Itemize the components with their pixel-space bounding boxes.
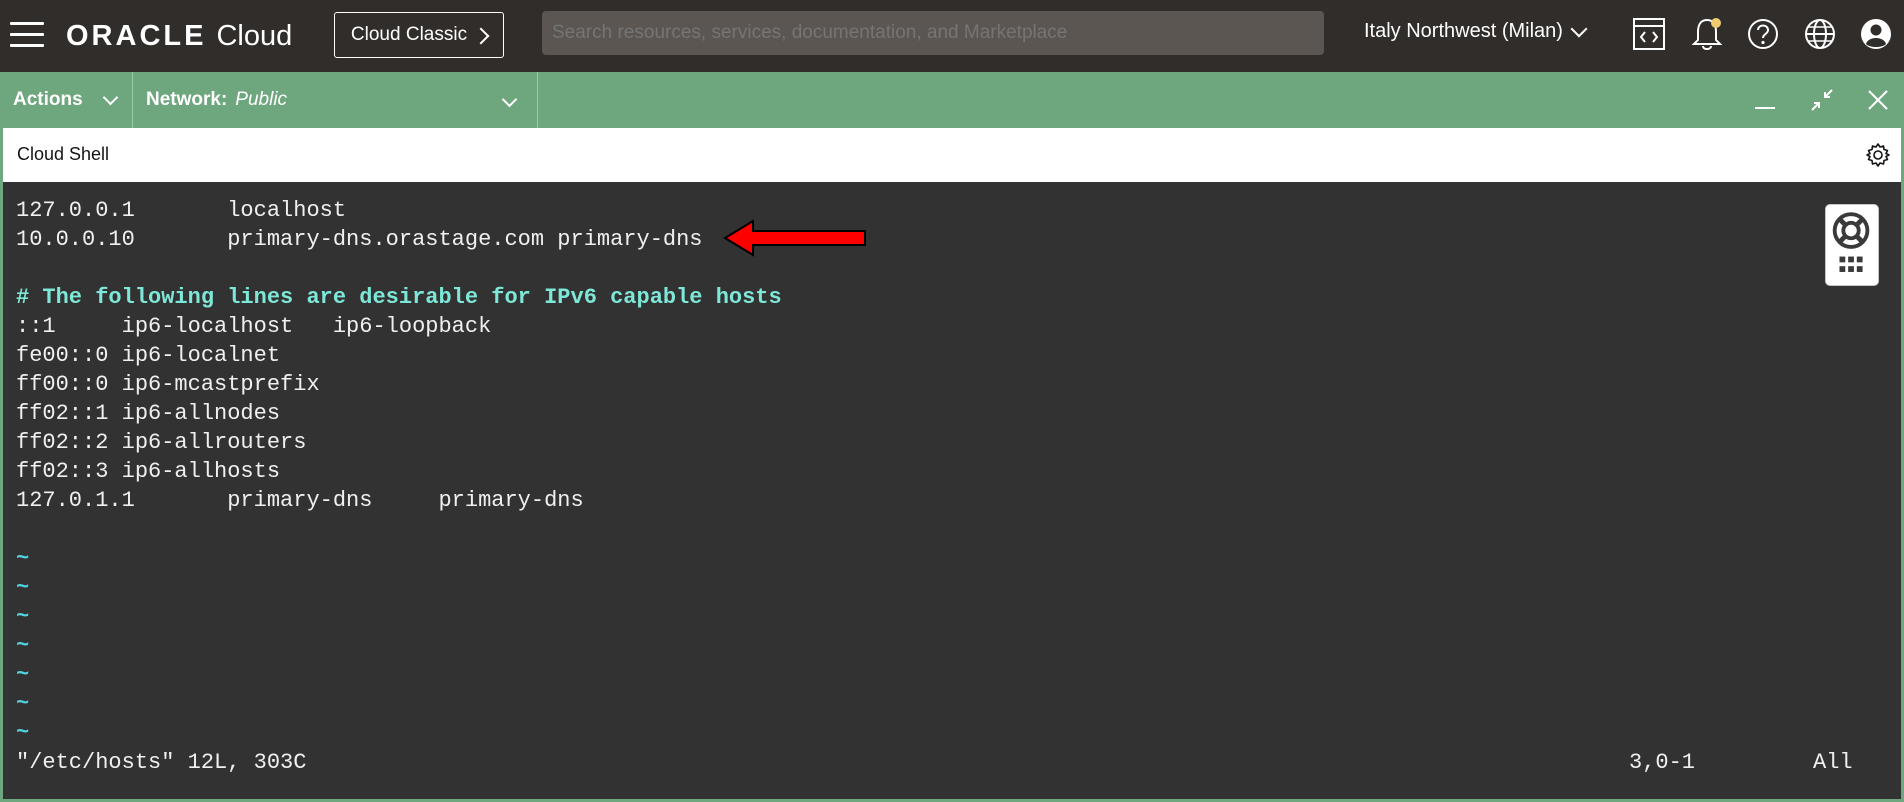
cloud-classic-label: Cloud Classic — [350, 24, 468, 45]
vim-empty-line-marker: ~ — [16, 633, 30, 658]
terminal-line: ff00::0 ip6-mcastprefix — [16, 372, 320, 397]
restore-icon[interactable] — [1806, 84, 1838, 116]
region-selector[interactable]: Italy Northwest (Milan) — [1364, 20, 1588, 43]
red-arrow-annotation — [723, 219, 866, 257]
vim-status-file: "/etc/hosts" 12L, 303C — [16, 750, 307, 775]
menu-icon[interactable] — [10, 22, 44, 48]
logo-product: Cloud — [216, 19, 293, 52]
terminal-line: ff02::3 ip6-allhosts — [16, 459, 281, 484]
region-label: Italy Northwest (Milan) — [1364, 20, 1563, 42]
chevron-down-icon — [102, 89, 118, 105]
network-label: Network: — [146, 89, 228, 110]
vim-status-scroll: All — [1813, 750, 1853, 775]
cloud-shell-toolbar: Actions Network: Public — [0, 72, 1904, 128]
vim-empty-line-marker: ~ — [16, 662, 30, 687]
vim-empty-line-marker: ~ — [16, 691, 30, 716]
terminal-line: 10.0.0.10 primary-dns.orastage.com prima… — [16, 227, 703, 252]
top-navigation-bar: ORACLE Cloud Cloud Classic Italy Northwe… — [0, 0, 1904, 72]
gear-icon[interactable] — [1865, 142, 1891, 168]
terminal-line: 127.0.0.1 localhost — [16, 198, 347, 223]
bell-icon[interactable] — [1688, 15, 1726, 53]
help-icon[interactable] — [1744, 15, 1782, 53]
logo-brand: ORACLE — [66, 19, 207, 52]
terminal-line: ::1 ip6-localhost ip6-loopback — [16, 314, 492, 339]
terminal-comment-line: # The following lines are desirable for … — [16, 285, 782, 310]
network-selector[interactable]: Network: Public — [133, 72, 538, 128]
cloud-classic-button[interactable]: Cloud Classic — [334, 12, 504, 58]
search-input[interactable] — [542, 11, 1324, 55]
vim-empty-line-marker: ~ — [16, 546, 30, 571]
help-widget[interactable] — [1825, 204, 1879, 286]
vim-empty-line-marker: ~ — [16, 720, 30, 745]
terminal-line: fe00::0 ip6-localnet — [16, 343, 281, 368]
vim-empty-line-marker: ~ — [16, 604, 30, 629]
oracle-cloud-logo[interactable]: ORACLE Cloud — [66, 18, 292, 54]
profile-icon[interactable] — [1857, 15, 1895, 53]
chevron-down-icon — [501, 91, 518, 108]
minimize-icon[interactable] — [1749, 84, 1781, 116]
terminal-line: ff02::2 ip6-allrouters — [16, 430, 307, 455]
close-icon[interactable] — [1862, 84, 1894, 116]
chevron-right-icon — [472, 27, 490, 44]
actions-menu[interactable]: Actions — [0, 72, 133, 128]
terminal-line: ff02::1 ip6-allnodes — [16, 401, 281, 426]
lifebuoy-icon — [1832, 212, 1870, 272]
terminal-line: 127.0.1.1 primary-dns primary-dns — [16, 488, 584, 513]
globe-icon[interactable] — [1801, 15, 1839, 53]
network-value: Public — [235, 89, 288, 110]
terminal[interactable]: 127.0.0.1 localhost 10.0.0.10 primary-dn… — [0, 182, 1904, 802]
chevron-down-icon — [1570, 20, 1588, 37]
cloud-shell-title: Cloud Shell — [17, 144, 110, 164]
actions-label: Actions — [13, 89, 83, 110]
cloud-shell-header: Cloud Shell — [0, 128, 1904, 182]
vim-status-position: 3,0-1 — [1629, 750, 1696, 775]
code-editor-icon[interactable] — [1630, 15, 1668, 53]
vim-empty-line-marker: ~ — [16, 575, 30, 600]
